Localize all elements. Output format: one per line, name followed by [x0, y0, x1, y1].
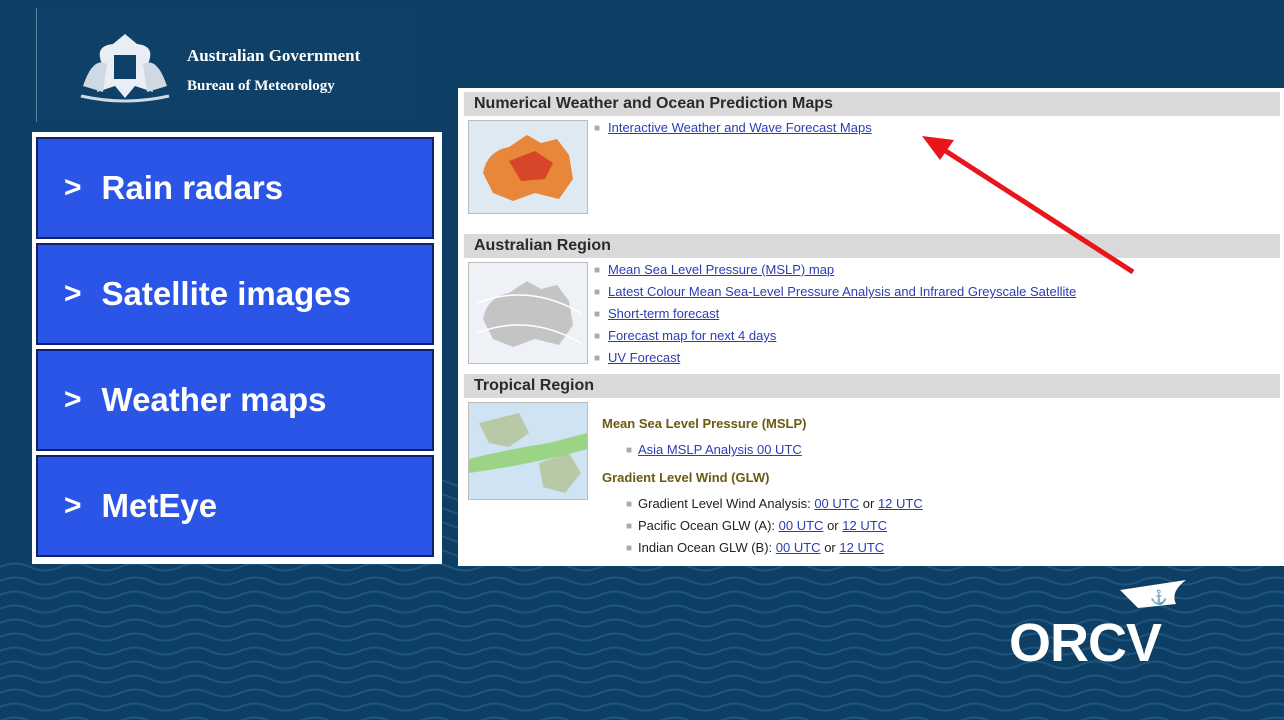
- svg-text:⚓: ⚓: [1150, 589, 1167, 606]
- orcv-wordmark: ORCV: [1009, 613, 1162, 673]
